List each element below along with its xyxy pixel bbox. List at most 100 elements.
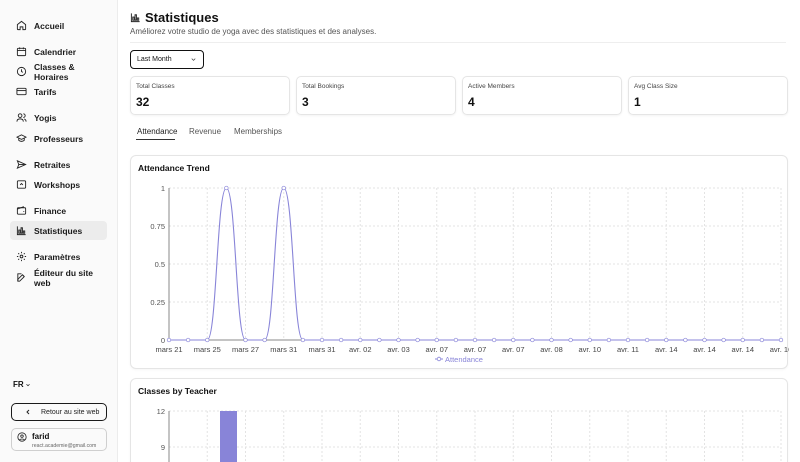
x-tick-label: mars 31: [308, 345, 335, 354]
user-card[interactable]: farid react.academie@gmail.com: [11, 428, 107, 451]
back-to-website-button[interactable]: Retour au site web: [11, 403, 107, 421]
stat-label: Total Bookings: [302, 83, 345, 90]
sidebar-item-parametres[interactable]: Paramètres: [10, 247, 107, 266]
sidebar-item-accueil[interactable]: Accueil: [10, 16, 107, 35]
y-tick-label: 0.75: [150, 222, 165, 231]
page-title: Statistiques: [130, 10, 219, 25]
x-tick-label: mars 27: [232, 345, 259, 354]
calendar-icon: [16, 47, 27, 57]
y-tick-label: 0.5: [155, 260, 165, 269]
sidebar: Accueil Calendrier Classes & Horaires Ta…: [0, 0, 118, 462]
bar-chart-icon: [16, 226, 26, 236]
sidebar-item-label: Statistiques: [34, 225, 83, 236]
period-select[interactable]: Last Month: [130, 50, 204, 69]
sidebar-item-statistiques[interactable]: Statistiques: [10, 221, 107, 240]
sidebar-item-workshops[interactable]: Workshops: [10, 175, 107, 194]
tab-memberships[interactable]: Memberships: [234, 127, 282, 136]
sidebar-item-label: Workshops: [34, 179, 81, 190]
attendance-trend-card: Attendance Trend 1 0.75 0.5 0.25 0 mars 21 mar…: [130, 155, 789, 369]
x-tick-label: avr. 14: [693, 345, 716, 354]
data-point: [166, 337, 172, 343]
sidebar-item-label: Calendrier: [34, 46, 77, 57]
user-name: farid: [32, 432, 50, 441]
y-tick-label: 9: [161, 443, 165, 452]
sidebar-item-editeur[interactable]: Éditeur du site web: [10, 267, 107, 288]
y-tick-label: 0.25: [150, 298, 165, 307]
clock-icon: [16, 66, 27, 77]
card-icon: [16, 87, 27, 96]
sidebar-item-finance[interactable]: Finance: [10, 201, 107, 220]
stat-label: Total Classes: [136, 83, 175, 90]
data-point: [453, 337, 459, 343]
classes-by-teacher-card: Classes by Teacher 12 9: [130, 378, 788, 462]
edit-icon: [17, 273, 25, 282]
sidebar-item-label: Finance: [34, 205, 67, 216]
sidebar-item-tarifs[interactable]: Tarifs: [10, 82, 107, 101]
stat-label: Active Members: [468, 83, 515, 90]
stat-card-avg-class-size: Avg Class Size 1: [628, 76, 788, 115]
x-tick-label: avr. 14: [655, 345, 678, 354]
graduation-cap-icon: [16, 134, 27, 142]
tab-revenue[interactable]: Revenue: [189, 127, 221, 136]
data-point: [549, 337, 554, 343]
presentation-icon: [16, 180, 27, 189]
data-point: [434, 337, 439, 343]
wallet-icon: [16, 206, 27, 215]
data-point: [644, 337, 650, 343]
user-avatar-icon: [17, 432, 27, 442]
language-selector[interactable]: FR: [13, 380, 31, 389]
x-tick-label: avr. 14: [731, 345, 754, 354]
data-point: [683, 337, 688, 343]
sidebar-item-retraites[interactable]: Retraites: [10, 155, 107, 174]
header-divider: [130, 42, 786, 43]
back-to-website-label: Retour au site web: [41, 408, 100, 416]
data-point: [300, 337, 306, 343]
x-tick-label: avr. 08: [540, 345, 563, 354]
language-label: FR: [13, 380, 24, 389]
sidebar-item-calendrier[interactable]: Calendrier: [10, 42, 107, 61]
data-point: [358, 337, 363, 343]
sidebar-item-classes[interactable]: Classes & Horaires: [10, 61, 107, 82]
data-point: [721, 337, 726, 343]
main-content: Statistiques Améliorez votre studio de y…: [118, 0, 800, 462]
data-point: [185, 337, 191, 343]
data-point: [740, 337, 745, 343]
y-tick-label: 0: [161, 336, 165, 345]
data-point: [338, 337, 344, 343]
sidebar-item-label: Paramètres: [34, 251, 81, 262]
stat-value: 4: [468, 95, 475, 109]
sidebar-item-label: Tarifs: [34, 86, 57, 97]
legend-marker: [436, 356, 442, 362]
y-tick-label: 1: [161, 184, 165, 193]
page-title-text: Statistiques: [145, 10, 219, 25]
stat-label: Avg Class Size: [634, 83, 678, 90]
x-tick-label: avr. 07: [425, 345, 448, 354]
x-tick-label: avr. 10: [578, 345, 601, 354]
data-point: [664, 337, 669, 343]
x-tick-label: avr. 07: [464, 345, 487, 354]
users-icon: [16, 113, 27, 122]
chevron-down-icon: [25, 383, 30, 386]
stat-value: 1: [634, 95, 641, 109]
x-tick-label: mars 25: [194, 345, 221, 354]
chevron-left-icon: [26, 409, 30, 415]
sidebar-item-yogis[interactable]: Yogis: [10, 108, 107, 127]
sidebar-item-label: Classes & Horaires: [34, 61, 75, 82]
sidebar-item-label: Yogis: [34, 112, 57, 123]
data-point: [396, 337, 401, 343]
tab-attendance[interactable]: Attendance: [137, 127, 177, 136]
sidebar-item-professeurs[interactable]: Professeurs: [10, 129, 107, 148]
data-point: [491, 337, 497, 343]
send-icon: [16, 159, 27, 170]
sidebar-item-label: Éditeur du site web: [34, 267, 94, 288]
data-point: [587, 337, 592, 343]
data-point: [205, 337, 210, 343]
data-point: [224, 185, 229, 191]
chevron-down-icon: [191, 58, 196, 61]
data-point: [702, 337, 707, 343]
classes-by-teacher-chart: 12 9: [157, 407, 782, 462]
data-point: [415, 337, 420, 343]
stat-value: 32: [136, 95, 150, 109]
data-point: [511, 337, 516, 343]
stat-card-total-classes: Total Classes 32: [130, 76, 290, 115]
